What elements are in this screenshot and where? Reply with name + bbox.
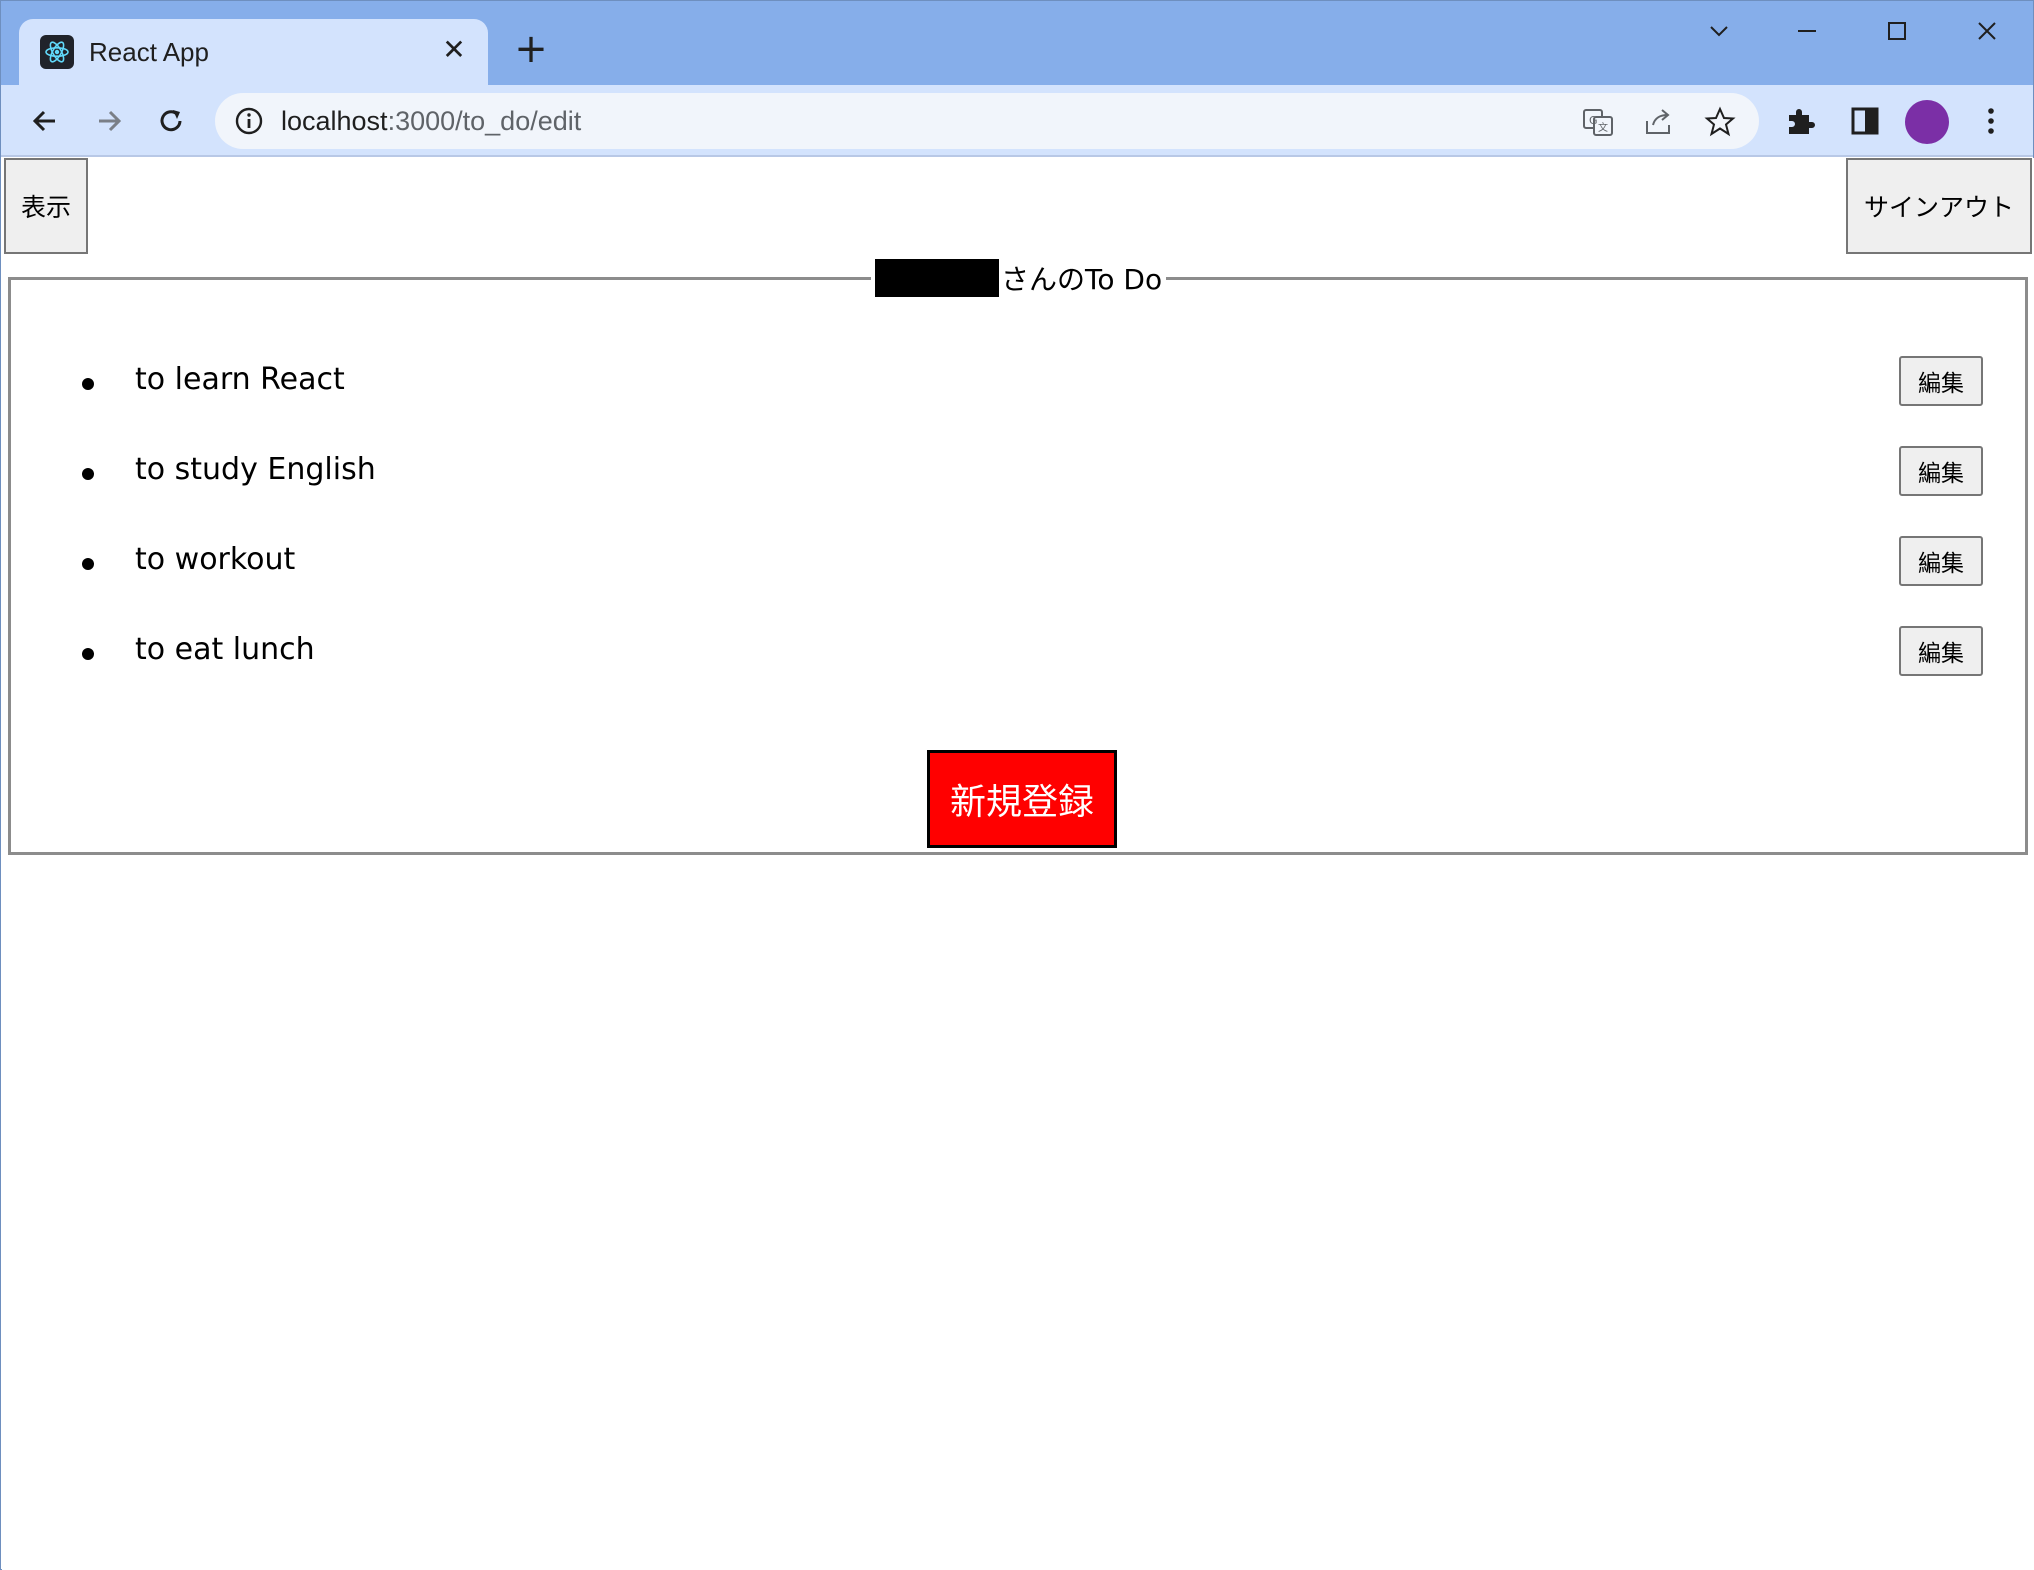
new-register-button[interactable]: 新規登録 (927, 750, 1117, 848)
bookmark-star-icon[interactable] (1703, 105, 1737, 139)
edit-button[interactable]: 編集 (1899, 446, 1983, 496)
page-viewport: 表示 サインアウト さんのTo Do to learn React 編集 to … (2, 158, 2034, 1570)
todo-text: to workout (135, 542, 296, 577)
tab-title: React App (89, 37, 209, 67)
translate-icon[interactable]: G 文 (1581, 105, 1615, 139)
back-arrow-icon[interactable] (21, 97, 69, 145)
share-icon[interactable] (1641, 105, 1675, 139)
extensions-puzzle-icon[interactable] (1783, 103, 1819, 139)
todo-text: to learn React (135, 362, 345, 397)
todo-item: to learn React 編集 (11, 350, 2025, 440)
site-info-icon[interactable] (233, 105, 265, 137)
profile-avatar[interactable] (1905, 100, 1949, 144)
todo-text: to study English (135, 452, 376, 487)
side-panel-icon[interactable] (1847, 103, 1883, 139)
todo-list: to learn React 編集 to study English 編集 to… (11, 350, 2025, 710)
react-favicon-icon (40, 35, 74, 69)
signout-button[interactable]: サインアウト (1846, 158, 2032, 254)
address-bar[interactable]: localhost:3000/to_do/edit G 文 (215, 93, 1759, 149)
maximize-icon[interactable] (1867, 9, 1927, 53)
url-path: :3000/to_do/edit (387, 106, 582, 136)
edit-button[interactable]: 編集 (1899, 536, 1983, 586)
browser-toolbar: localhost:3000/to_do/edit G 文 (1, 85, 2033, 157)
todo-fieldset: さんのTo Do to learn React 編集 to study Engl… (8, 258, 2028, 855)
browser-window: React App ✕ + localhost:3000/to_do/edit … (0, 0, 2034, 1570)
minimize-icon[interactable] (1777, 9, 1837, 53)
redacted-username (875, 259, 999, 297)
tab-search-chevron-icon[interactable] (1689, 9, 1749, 53)
tab-close-icon[interactable]: ✕ (436, 31, 472, 67)
reload-icon[interactable] (147, 97, 195, 145)
svg-text:文: 文 (1598, 121, 1608, 134)
bullet-icon (82, 558, 94, 570)
bullet-icon (82, 378, 94, 390)
browser-menu-icon[interactable] (1973, 103, 2009, 139)
svg-text:G: G (1589, 114, 1598, 127)
todo-item: to workout 編集 (11, 530, 2025, 620)
url-text[interactable]: localhost:3000/to_do/edit (281, 106, 581, 137)
edit-button[interactable]: 編集 (1899, 626, 1983, 676)
browser-tab[interactable]: React App ✕ (19, 19, 488, 85)
todo-text: to eat lunch (135, 632, 315, 667)
legend-text: さんのTo Do (1001, 263, 1163, 296)
show-button[interactable]: 表示 (4, 158, 88, 254)
todo-item: to study English 編集 (11, 440, 2025, 530)
edit-button[interactable]: 編集 (1899, 356, 1983, 406)
tab-strip: React App ✕ + (1, 1, 2033, 85)
todo-item: to eat lunch 編集 (11, 620, 2025, 710)
window-close-icon[interactable] (1957, 9, 2017, 53)
url-host: localhost (281, 106, 388, 136)
todo-legend: さんのTo Do (871, 258, 1167, 298)
new-tab-button[interactable]: + (511, 29, 551, 69)
forward-arrow-icon[interactable] (85, 97, 133, 145)
bullet-icon (82, 468, 94, 480)
bullet-icon (82, 648, 94, 660)
